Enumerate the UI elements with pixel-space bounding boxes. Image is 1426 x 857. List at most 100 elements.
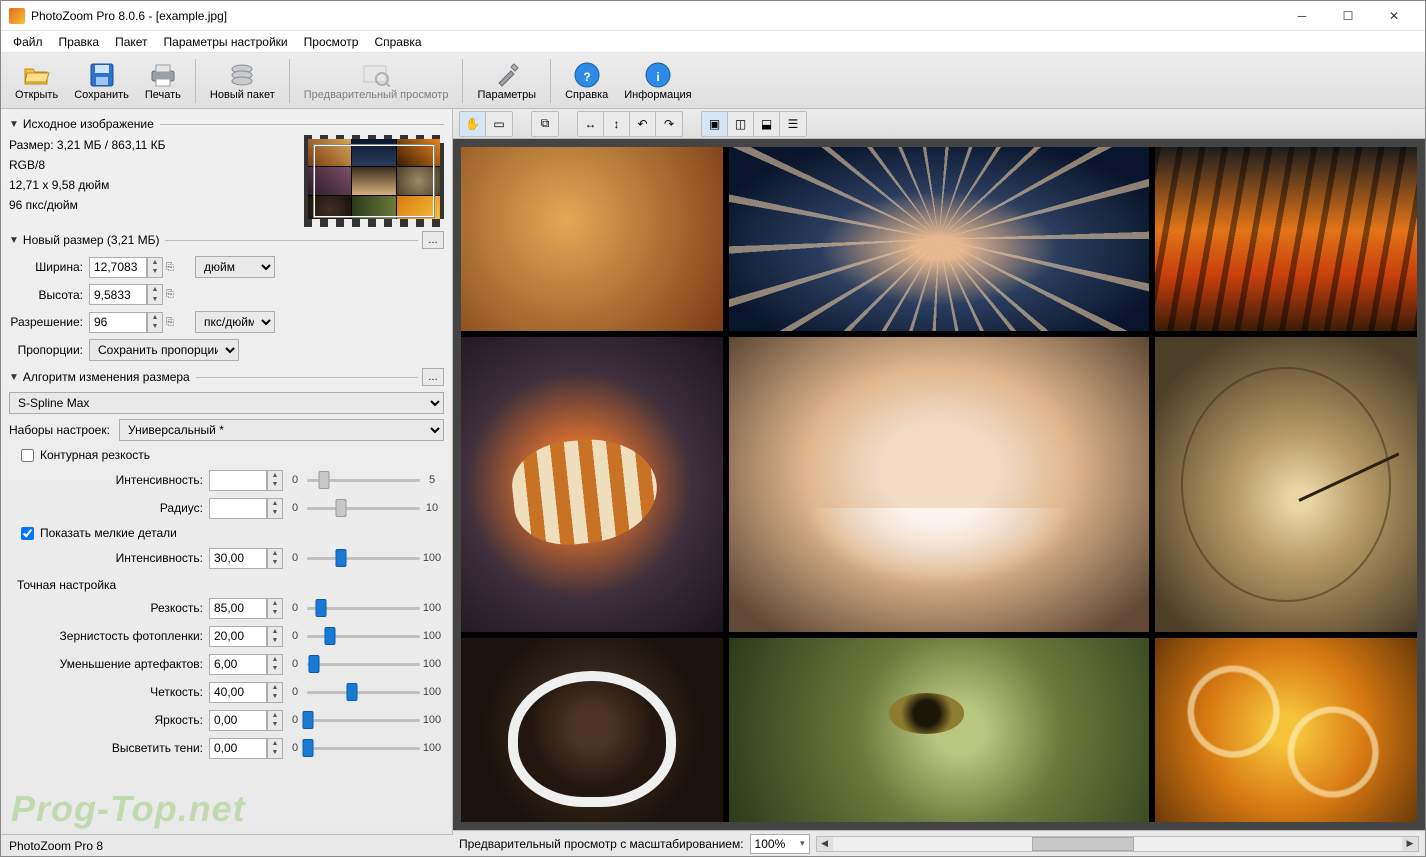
view-list-button[interactable]: ☰ xyxy=(780,112,806,136)
save-button[interactable]: Сохранить xyxy=(66,55,137,107)
resolution-input[interactable] xyxy=(89,312,147,333)
preset-select[interactable]: Универсальный * xyxy=(119,419,444,441)
fine-intensity-slider[interactable]: 0100 xyxy=(283,547,444,569)
fine-intensity-spinner[interactable]: ▲▼ xyxy=(267,548,283,569)
menu-view[interactable]: Просмотр xyxy=(296,33,367,51)
scroll-left-icon[interactable]: ◀ xyxy=(817,837,833,851)
fit-width-button[interactable]: ↔ xyxy=(578,112,604,136)
menu-batch[interactable]: Пакет xyxy=(107,33,155,51)
help-button[interactable]: ? Справка xyxy=(557,55,616,107)
collapse-icon: ▼ xyxy=(9,372,19,383)
new-size-header[interactable]: ▼ Новый размер (3,21 МБ) … xyxy=(9,231,444,249)
grain-slider[interactable]: 0100 xyxy=(283,625,444,647)
fit-height-button[interactable]: ↕ xyxy=(604,112,630,136)
sharpness-slider[interactable]: 0100 xyxy=(283,597,444,619)
source-size: Размер: 3,21 МБ / 863,11 КБ xyxy=(9,135,298,155)
undo-button[interactable]: ↶ xyxy=(630,112,656,136)
width-label: Ширина: xyxy=(9,260,89,274)
crisp-slider[interactable]: 0100 xyxy=(283,681,444,703)
intensity-slider[interactable]: 05 xyxy=(283,469,444,491)
link-width-icon[interactable]: ⎘ xyxy=(163,257,177,278)
info-button[interactable]: i Информация xyxy=(616,55,699,107)
new-batch-button[interactable]: Новый пакет xyxy=(202,55,283,107)
resize-more-button[interactable]: … xyxy=(422,368,444,386)
printer-icon xyxy=(149,61,177,89)
fine-intensity-label: Интенсивность: xyxy=(9,551,209,565)
radius-input[interactable] xyxy=(209,498,267,519)
shadow-input[interactable] xyxy=(209,738,267,759)
artifact-slider[interactable]: 0100 xyxy=(283,653,444,675)
brightness-slider[interactable]: 0100 xyxy=(283,709,444,731)
link-res-icon[interactable]: ⎘ xyxy=(163,312,177,333)
resize-method-select[interactable]: S-Spline Max xyxy=(9,392,444,414)
info-icon: i xyxy=(644,61,672,89)
menu-help[interactable]: Справка xyxy=(366,33,429,51)
resolution-spinner[interactable]: ▲▼ xyxy=(147,312,163,333)
menubar: Файл Правка Пакет Параметры настройки Пр… xyxy=(1,31,1425,53)
new-size-more-button[interactable]: … xyxy=(422,231,444,249)
product-label: PhotoZoom Pro 8 xyxy=(9,839,103,853)
fine-intensity-input[interactable] xyxy=(209,548,267,569)
open-button[interactable]: Открыть xyxy=(7,55,66,107)
minimize-button[interactable]: ─ xyxy=(1279,1,1325,31)
fit-height-icon: ↕ xyxy=(614,117,620,131)
redo-button[interactable]: ↷ xyxy=(656,112,682,136)
radius-slider[interactable]: 010 xyxy=(283,497,444,519)
radius-label: Радиус: xyxy=(9,501,209,515)
undo-icon: ↶ xyxy=(637,117,647,131)
width-input[interactable] xyxy=(89,257,147,278)
fine-details-checkbox[interactable]: Показать мелкие детали xyxy=(21,526,444,540)
source-thumbnail[interactable] xyxy=(304,135,444,227)
menu-settings[interactable]: Параметры настройки xyxy=(156,33,296,51)
sharpness-input[interactable] xyxy=(209,598,267,619)
view-single-button[interactable]: ▣ xyxy=(702,112,728,136)
zoom-select[interactable]: 100%▾ xyxy=(750,834,810,854)
intensity-spinner[interactable]: ▲▼ xyxy=(267,470,283,491)
source-image-header[interactable]: ▼ Исходное изображение xyxy=(9,117,444,131)
sidebar-statusbar: PhotoZoom Pro 8 xyxy=(1,834,453,856)
scroll-right-icon[interactable]: ▶ xyxy=(1402,837,1418,851)
preview-canvas[interactable] xyxy=(453,139,1425,830)
fit-width-icon: ↔ xyxy=(585,117,597,131)
image-tile xyxy=(461,147,723,331)
maximize-button[interactable]: ☐ xyxy=(1325,1,1371,31)
crisp-label: Четкость: xyxy=(9,685,209,699)
brightness-input[interactable] xyxy=(209,710,267,731)
print-button[interactable]: Печать xyxy=(137,55,189,107)
settings-sidebar: ▼ Исходное изображение Размер: 3,21 МБ /… xyxy=(1,109,453,856)
link-height-icon[interactable]: ⎘ xyxy=(163,284,177,305)
split-v-icon: ⬓ xyxy=(761,117,772,131)
intensity-input[interactable] xyxy=(209,470,267,491)
crop-button[interactable]: ⧉ xyxy=(532,112,558,136)
marquee-tool-button[interactable]: ▭ xyxy=(486,112,512,136)
width-spinner[interactable]: ▲▼ xyxy=(147,257,163,278)
close-button[interactable]: ✕ xyxy=(1371,1,1417,31)
resolution-unit-select[interactable]: пкс/дюйм xyxy=(195,311,275,333)
view-split-h-button[interactable]: ◫ xyxy=(728,112,754,136)
ratio-select[interactable]: Сохранить пропорции xyxy=(89,339,239,361)
parameters-button[interactable]: Параметры xyxy=(469,55,544,107)
source-dims: 12,71 x 9,58 дюйм xyxy=(9,175,298,195)
image-tile xyxy=(1155,638,1417,822)
radius-spinner[interactable]: ▲▼ xyxy=(267,498,283,519)
unit-select[interactable]: дюйм xyxy=(195,256,275,278)
resize-method-header[interactable]: ▼ Алгоритм изменения размера … xyxy=(9,368,444,386)
height-input[interactable] xyxy=(89,284,147,305)
crisp-input[interactable] xyxy=(209,682,267,703)
menu-file[interactable]: Файл xyxy=(5,33,51,51)
menu-edit[interactable]: Правка xyxy=(51,33,108,51)
shadow-slider[interactable]: 0100 xyxy=(283,737,444,759)
preview-button[interactable]: Предварительный просмотр xyxy=(296,55,457,107)
hand-tool-button[interactable]: ✋ xyxy=(460,112,486,136)
unsharp-mask-checkbox[interactable]: Контурная резкость xyxy=(21,448,444,462)
grain-input[interactable] xyxy=(209,626,267,647)
artifact-input[interactable] xyxy=(209,654,267,675)
image-tile xyxy=(729,147,1149,331)
view-split-v-button[interactable]: ⬓ xyxy=(754,112,780,136)
magnifier-image-icon xyxy=(362,61,390,89)
split-h-icon: ◫ xyxy=(735,117,746,131)
image-tile xyxy=(461,337,723,632)
height-spinner[interactable]: ▲▼ xyxy=(147,284,163,305)
preview-h-scrollbar[interactable]: ◀ ▶ xyxy=(816,836,1419,852)
floppy-disk-icon xyxy=(88,61,116,89)
